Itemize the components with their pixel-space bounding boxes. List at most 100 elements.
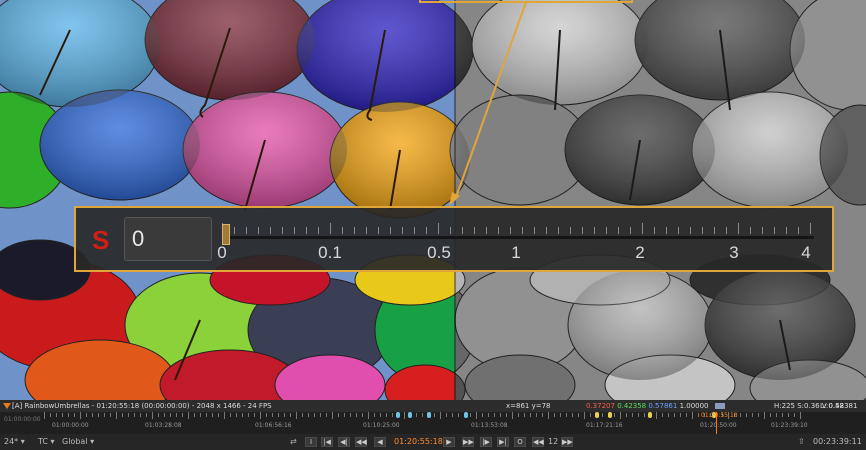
ruler-tick [98,413,99,417]
slider-tick [546,227,547,234]
ruler-tick [332,412,333,419]
ruler-tick [758,413,759,417]
keyframe-marker[interactable] [396,412,400,418]
slider-tick [798,227,799,234]
ruler-tick [494,413,495,417]
ruler-tick [362,413,363,417]
ruler-tick [326,413,327,417]
ruler-tick [356,413,357,417]
ruler-tick [692,412,693,419]
timeline[interactable]: 01:00:00:00 01:00:00:00 01:03:28:08 01:06:… [0,412,866,434]
ruler-tick [242,413,243,417]
slider-tick [306,227,307,234]
ruler-tick [416,413,417,417]
play-forward-icon[interactable]: ▶ [443,437,455,447]
slider-tick [414,227,415,234]
step-forward-increment-icon[interactable]: ▶▶ [561,437,573,447]
ruler-tick [740,413,741,417]
last-frame-icon[interactable]: ▶| [497,437,509,447]
ruler-tick [92,413,93,417]
first-frame-icon[interactable]: |◀ [321,437,333,447]
keyframe-marker[interactable] [648,412,652,418]
slider-tick [510,227,511,234]
saturation-slider[interactable]: 0 0.1 0.5 1 2 3 4 [217,216,814,268]
scope-select[interactable]: Global ▾ [62,434,94,450]
timeline-ruler[interactable] [44,412,804,420]
timeline-timecode: 01:06:56:16 [255,422,292,429]
ruler-tick [752,413,753,417]
ruler-tick [260,412,261,419]
keyframe-marker[interactable] [408,412,412,418]
keyframe-marker[interactable] [595,412,599,418]
ruler-tick [128,413,129,417]
ruler-tick [320,413,321,417]
ruler-tick [164,413,165,417]
ruler-tick [530,413,531,417]
fps-select[interactable]: 24* ▾ [4,434,25,450]
ruler-tick [422,413,423,417]
ruler-tick [746,413,747,417]
slider-tick [390,227,391,234]
timecode-mode-select[interactable]: TC ▾ [38,434,55,450]
ruler-tick [296,412,297,419]
ruler-tick [230,413,231,417]
slider-tick [486,227,487,234]
ruler-tick [578,413,579,417]
ruler-tick [218,413,219,417]
ruler-tick [254,413,255,417]
ruler-tick [602,413,603,417]
ruler-tick [584,412,585,419]
export-icon[interactable]: ⇪ [798,434,805,450]
cursor-position: x=861 y=78 [506,402,551,410]
slider-tick [774,227,775,234]
next-keyframe-icon[interactable]: |▶ [480,437,492,447]
ruler-tick [308,413,309,417]
ruler-tick [662,413,663,417]
ruler-tick [284,413,285,417]
ruler-tick [200,413,201,417]
timeline-timecode: 01:03:28:08 [145,422,182,429]
out-point-icon[interactable]: O [514,437,526,447]
wipe-divider[interactable] [454,0,456,400]
slider-handle[interactable] [222,224,230,245]
keyframe-marker[interactable] [427,412,431,418]
slider-tick [702,227,703,234]
ruler-tick [290,413,291,417]
slider-tick [438,223,439,234]
slider-tick-label: 1 [511,243,521,262]
ruler-tick [566,413,567,417]
slider-tick [450,227,451,234]
keyframe-marker[interactable] [608,412,612,418]
slider-tick [750,227,751,234]
ruler-tick [62,413,63,417]
slider-tick [342,227,343,234]
loop-icon[interactable]: ⇄ [290,434,297,450]
slider-tick [618,227,619,234]
slider-tick [570,227,571,234]
slider-tick [534,227,535,234]
in-point-icon[interactable]: I [305,437,317,447]
step-back-icon[interactable]: ◀◀ [355,437,367,447]
slider-tick [258,227,259,234]
collapse-triangle-icon[interactable] [3,403,11,409]
slider-tick [426,227,427,234]
play-backward-icon[interactable]: ◀ [374,437,386,447]
slider-tick-label: 3 [729,243,739,262]
step-back-increment-icon[interactable]: ◀◀ [532,437,544,447]
timeline-timecodes: 01:00:00:00 01:03:28:08 01:06:56:16 01:10:2… [0,422,866,432]
ruler-tick [512,412,513,419]
keyframe-marker[interactable] [464,412,468,418]
slider-tick-label: 4 [801,243,811,262]
ruler-tick [314,413,315,417]
pixel-rgba: 0.37207 0.42358 0.57861 1.00000 [586,400,725,412]
current-time[interactable]: 01:20:55:18 [394,434,443,450]
ruler-tick [554,413,555,417]
saturation-slider-panel: S 0 0 0.1 0.5 1 2 3 4 [74,206,834,272]
saturation-value-field[interactable]: 0 [124,217,212,261]
slider-tick [246,227,247,234]
step-increment[interactable]: 12 [548,434,558,450]
step-forward-icon[interactable]: ▶▶ [462,437,474,447]
ruler-tick [386,413,387,417]
prev-keyframe-icon[interactable]: ◀| [338,437,350,447]
viewer-image[interactable] [0,0,866,400]
